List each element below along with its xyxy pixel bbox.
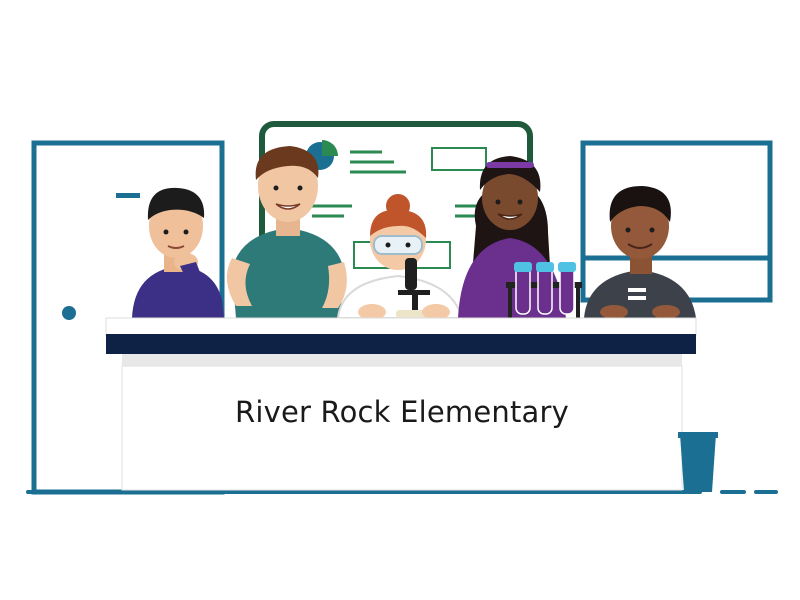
school-name-sign: River Rock Elementary xyxy=(234,395,570,429)
student-thinking-boy xyxy=(132,187,224,318)
window-icon xyxy=(580,140,773,303)
classroom-illustration xyxy=(26,121,778,495)
student-gray-shirt-boy xyxy=(584,186,696,319)
trash-can-icon xyxy=(678,432,718,492)
test-tube-rack-icon xyxy=(506,262,582,318)
